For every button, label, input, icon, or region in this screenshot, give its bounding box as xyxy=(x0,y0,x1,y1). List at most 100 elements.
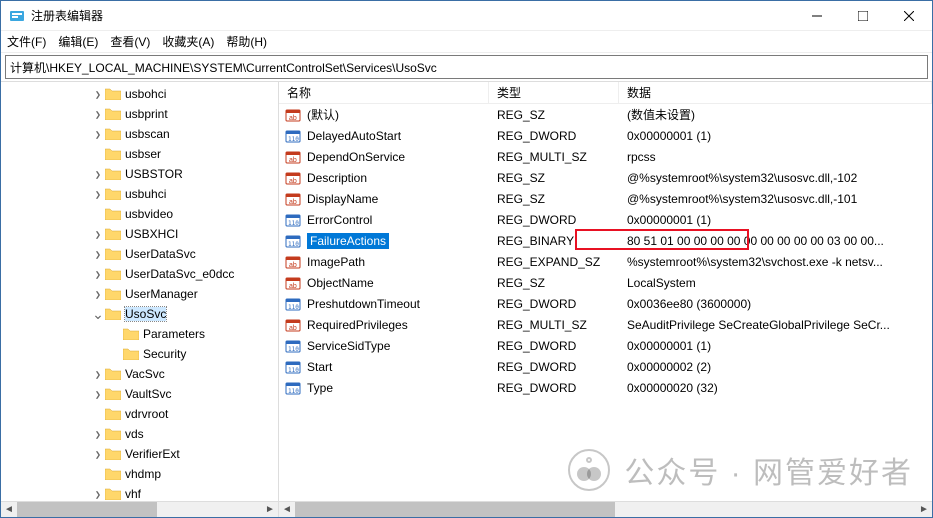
folder-icon xyxy=(105,448,121,460)
expander-icon[interactable]: ❯ xyxy=(93,489,103,498)
tree-node[interactable]: ❯usbscan xyxy=(1,124,278,144)
reg-sz-icon: ab xyxy=(285,170,301,186)
tree-node[interactable]: ❯USBSTOR xyxy=(1,164,278,184)
expander-icon[interactable]: ❯ xyxy=(93,109,103,118)
address-text: 计算机\HKEY_LOCAL_MACHINE\SYSTEM\CurrentCon… xyxy=(10,59,437,76)
list-row[interactable]: abRequiredPrivilegesREG_MULTI_SZSeAuditP… xyxy=(279,314,932,335)
column-data[interactable]: 数据 xyxy=(619,82,932,103)
expander-icon[interactable]: ❯ xyxy=(93,89,103,98)
reg-bin-icon: 110 xyxy=(285,359,301,375)
scroll-right-button[interactable]: ► xyxy=(262,502,278,518)
address-bar[interactable]: 计算机\HKEY_LOCAL_MACHINE\SYSTEM\CurrentCon… xyxy=(5,55,928,79)
value-name: ErrorControl xyxy=(307,213,372,227)
tree-node[interactable]: ❯usbohci xyxy=(1,84,278,104)
folder-icon xyxy=(105,148,121,160)
list-pane[interactable]: 名称 类型 数据 ab(默认)REG_SZ(数值未设置)110DelayedAu… xyxy=(279,82,932,517)
scroll-left-button[interactable]: ◄ xyxy=(279,502,295,518)
list-row[interactable]: abDependOnServiceREG_MULTI_SZrpcss xyxy=(279,146,932,167)
tree-node[interactable]: ❯VerifierExt xyxy=(1,444,278,464)
expander-icon[interactable]: ❯ xyxy=(93,369,103,378)
expander-icon[interactable]: ❯ xyxy=(93,289,103,298)
tree-node[interactable]: ❯USBXHCI xyxy=(1,224,278,244)
expander-icon[interactable]: ❯ xyxy=(93,389,103,398)
tree-node[interactable]: ❯VaultSvc xyxy=(1,384,278,404)
list-row[interactable]: 110FailureActionsREG_BINARY80 51 01 00 0… xyxy=(279,230,932,251)
value-name: PreshutdownTimeout xyxy=(307,297,420,311)
reg-bin-icon: 110 xyxy=(285,233,301,249)
close-button[interactable] xyxy=(886,1,932,31)
value-type: REG_DWORD xyxy=(489,360,619,374)
folder-icon xyxy=(105,168,121,180)
reg-bin-icon: 110 xyxy=(285,338,301,354)
tree-node[interactable]: ⌄UsoSvc xyxy=(1,304,278,324)
list-header: 名称 类型 数据 xyxy=(279,82,932,104)
list-row[interactable]: 110PreshutdownTimeoutREG_DWORD0x0036ee80… xyxy=(279,293,932,314)
list-row[interactable]: 110StartREG_DWORD0x00000002 (2) xyxy=(279,356,932,377)
tree-node-label: vdrvroot xyxy=(125,407,168,421)
expander-icon[interactable]: ❯ xyxy=(93,269,103,278)
maximize-button[interactable] xyxy=(840,1,886,31)
value-data: 0x00000020 (32) xyxy=(619,381,932,395)
list-row[interactable]: 110TypeREG_DWORD0x00000020 (32) xyxy=(279,377,932,398)
expander-icon[interactable]: ❯ xyxy=(93,249,103,258)
tree-node[interactable]: ❯UserDataSvc_e0dcc xyxy=(1,264,278,284)
expander-icon[interactable]: ❯ xyxy=(93,129,103,138)
tree-node[interactable]: usbvideo xyxy=(1,204,278,224)
column-name[interactable]: 名称 xyxy=(279,82,489,103)
menu-edit[interactable]: 编辑(E) xyxy=(58,33,98,50)
value-name: RequiredPrivileges xyxy=(307,318,408,332)
list-row[interactable]: abDisplayNameREG_SZ@%systemroot%\system3… xyxy=(279,188,932,209)
folder-icon xyxy=(105,308,121,320)
expander-icon[interactable]: ❯ xyxy=(93,429,103,438)
tree-node[interactable]: Parameters xyxy=(1,324,278,344)
list-row[interactable]: 110ErrorControlREG_DWORD0x00000001 (1) xyxy=(279,209,932,230)
list-row[interactable]: ab(默认)REG_SZ(数值未设置) xyxy=(279,104,932,125)
folder-icon xyxy=(105,408,121,420)
svg-text:ab: ab xyxy=(289,262,297,269)
tree-node[interactable]: ❯ UserDataSvc xyxy=(1,244,278,264)
tree-node[interactable]: ❯vhf xyxy=(1,484,278,501)
folder-icon xyxy=(105,388,121,400)
tree-node[interactable]: ❯ VacSvc xyxy=(1,364,278,384)
list-row[interactable]: abObjectNameREG_SZLocalSystem xyxy=(279,272,932,293)
expander-icon[interactable]: ❯ xyxy=(93,169,103,178)
value-name: FailureActions xyxy=(307,233,389,249)
scroll-right-button[interactable]: ► xyxy=(916,502,932,518)
reg-sz-icon: ab xyxy=(285,107,301,123)
list-row[interactable]: abDescriptionREG_SZ@%systemroot%\system3… xyxy=(279,167,932,188)
expander-icon[interactable]: ❯ xyxy=(93,229,103,238)
tree-node-label: VacSvc xyxy=(125,367,165,381)
value-type: REG_BINARY xyxy=(489,234,619,248)
expander-icon[interactable]: ❯ xyxy=(93,449,103,458)
tree-hscrollbar[interactable]: ◄ ► xyxy=(1,501,278,517)
list-hscrollbar[interactable]: ◄ ► xyxy=(279,501,932,517)
tree-pane[interactable]: ❯usbohci❯usbprint❯usbscanusbser❯USBSTOR❯… xyxy=(1,82,279,517)
menu-favorites[interactable]: 收藏夹(A) xyxy=(162,33,214,50)
list-row[interactable]: 110ServiceSidTypeREG_DWORD0x00000001 (1) xyxy=(279,335,932,356)
folder-icon xyxy=(105,188,121,200)
tree-node[interactable]: ❯usbuhci xyxy=(1,184,278,204)
list-row[interactable]: 110DelayedAutoStartREG_DWORD0x00000001 (… xyxy=(279,125,932,146)
tree-node[interactable]: ❯usbprint xyxy=(1,104,278,124)
scroll-left-button[interactable]: ◄ xyxy=(1,502,17,518)
tree-node[interactable]: ❯UserManager xyxy=(1,284,278,304)
list-row[interactable]: abImagePathREG_EXPAND_SZ%systemroot%\sys… xyxy=(279,251,932,272)
minimize-button[interactable] xyxy=(794,1,840,31)
expander-icon[interactable]: ⌄ xyxy=(91,310,105,318)
svg-text:110: 110 xyxy=(288,241,299,248)
tree-node[interactable]: usbser xyxy=(1,144,278,164)
menu-view[interactable]: 查看(V) xyxy=(110,33,150,50)
tree-node[interactable]: Security xyxy=(1,344,278,364)
tree-node-label: UserDataSvc xyxy=(125,247,196,261)
tree-node[interactable]: vhdmp xyxy=(1,464,278,484)
menu-file[interactable]: 文件(F) xyxy=(7,33,46,50)
expander-icon[interactable]: ❯ xyxy=(93,189,103,198)
tree-node[interactable]: ❯vds xyxy=(1,424,278,444)
menu-help[interactable]: 帮助(H) xyxy=(226,33,267,50)
tree-node[interactable]: vdrvroot xyxy=(1,404,278,424)
value-name: DisplayName xyxy=(307,192,378,206)
value-name: DependOnService xyxy=(307,150,405,164)
tree-node-label: vhdmp xyxy=(125,467,161,481)
column-type[interactable]: 类型 xyxy=(489,82,619,103)
folder-icon xyxy=(105,268,121,280)
